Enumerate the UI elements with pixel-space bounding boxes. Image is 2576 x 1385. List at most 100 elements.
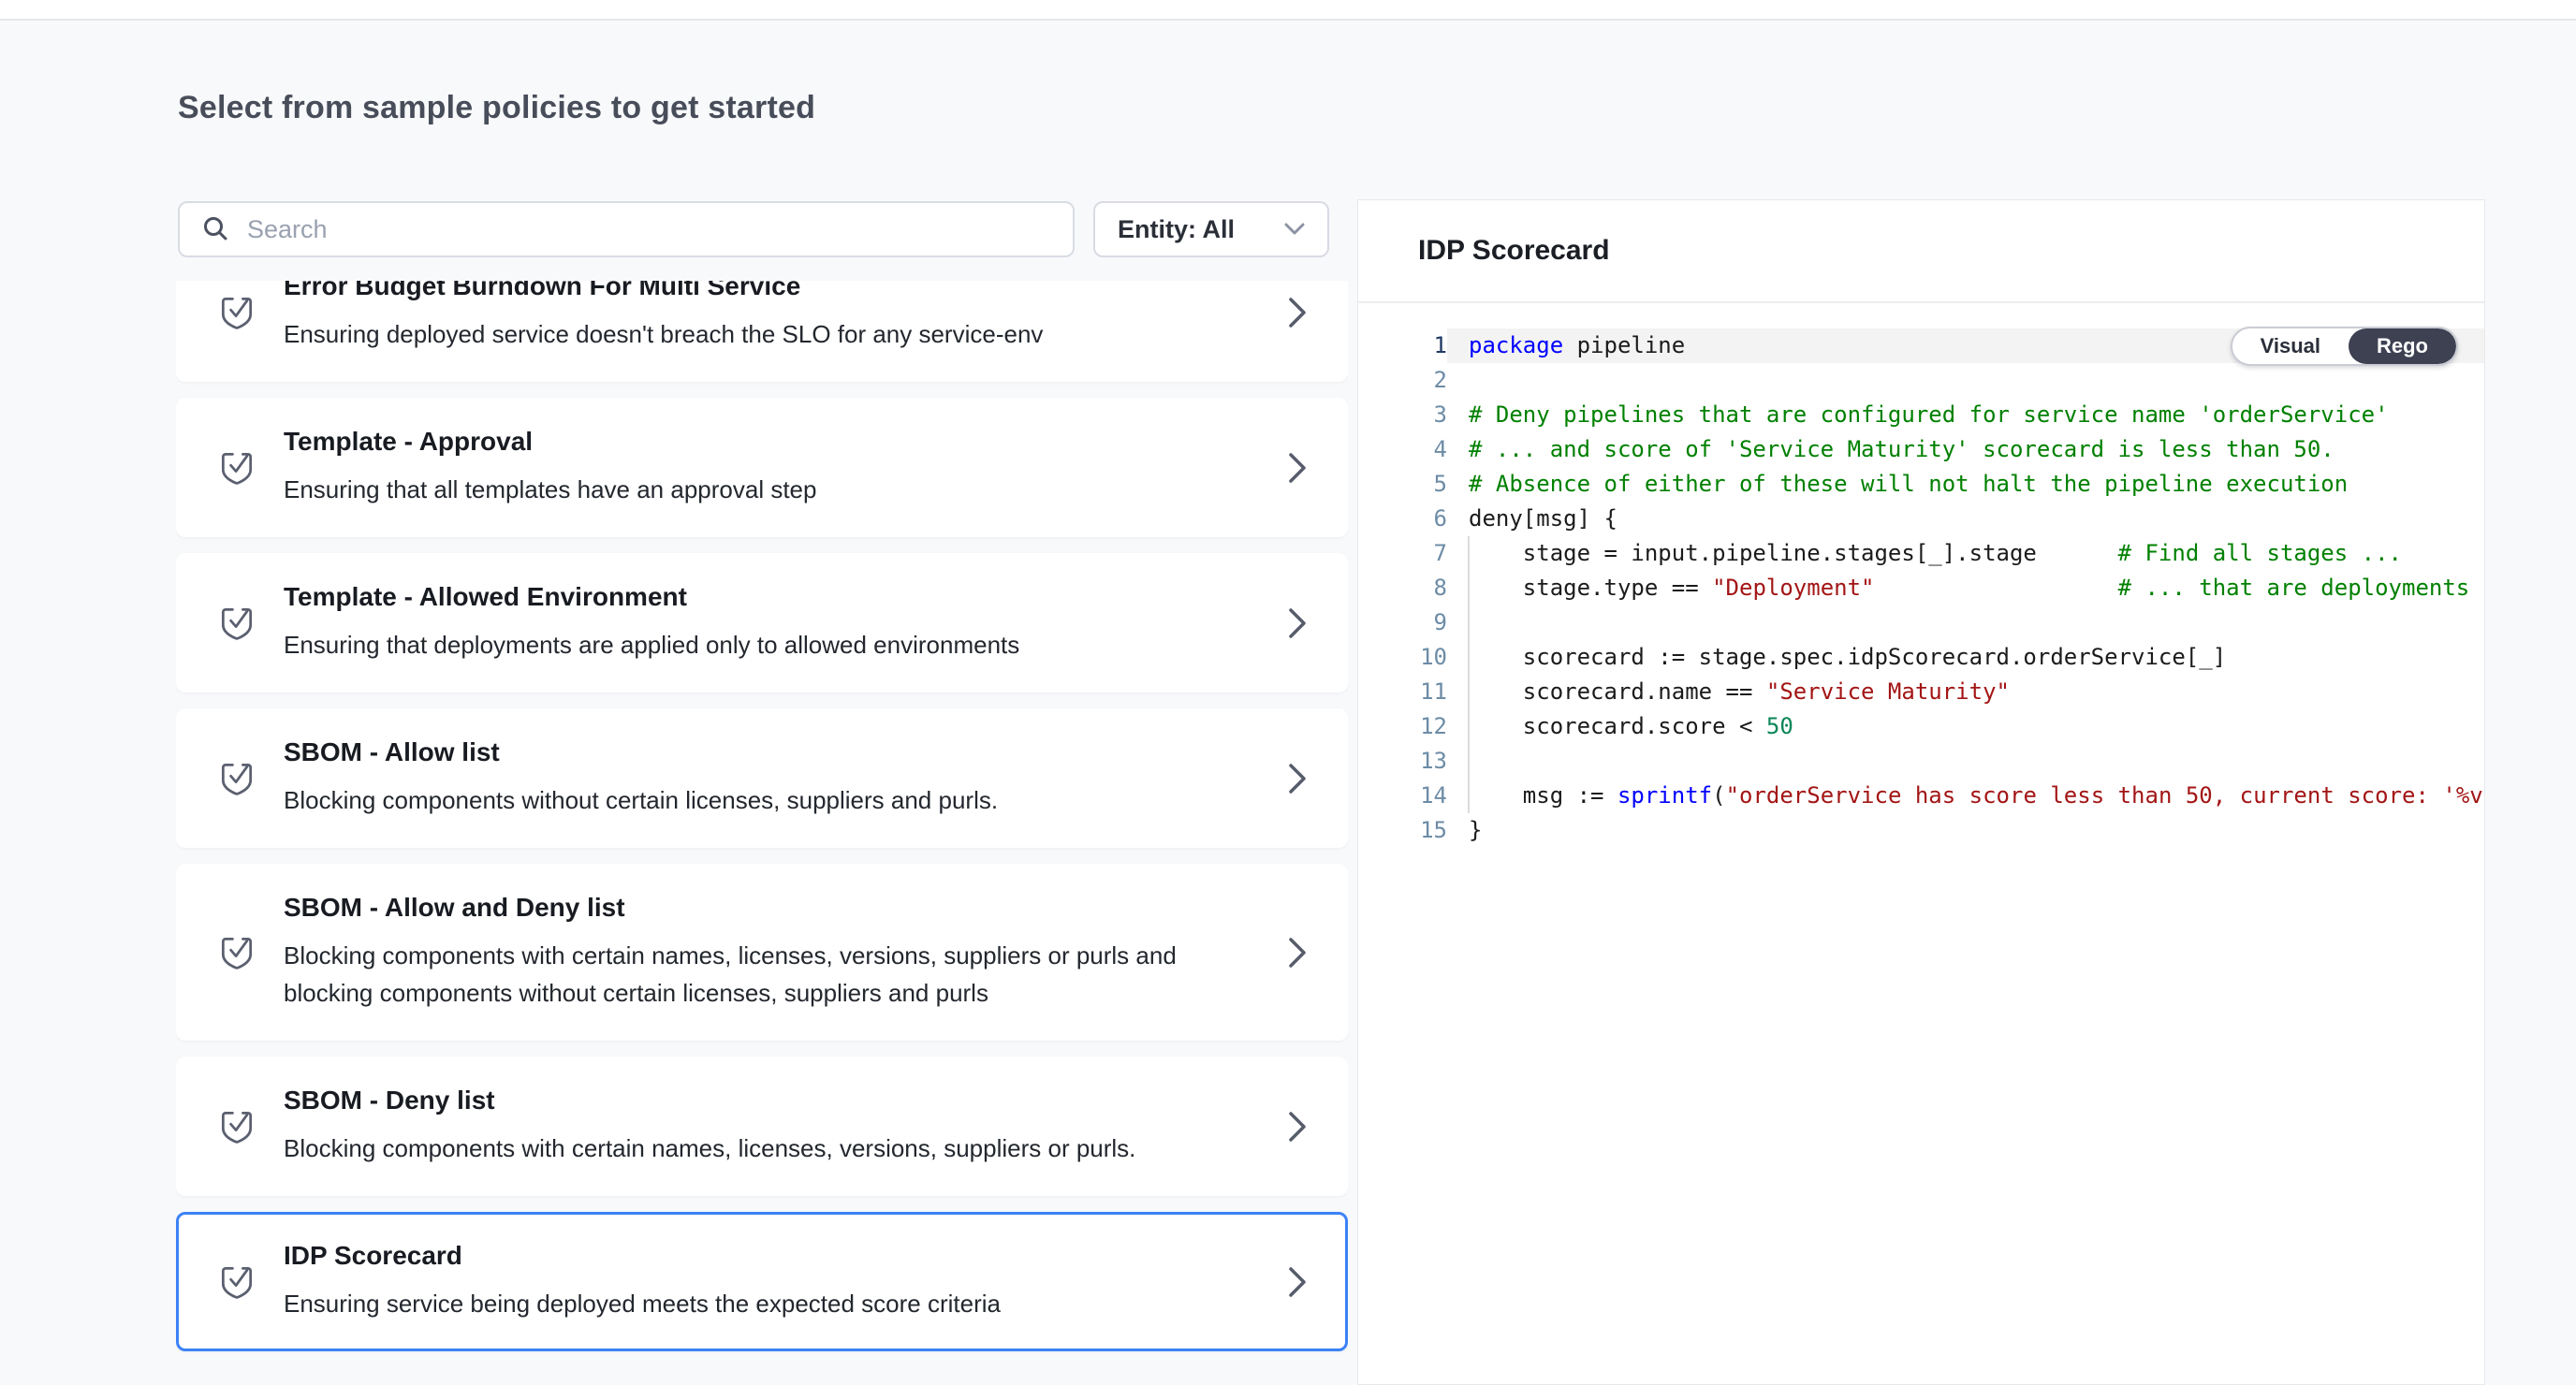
page-title: Select from sample policies to get start… — [178, 90, 815, 126]
policy-text: SBOM - Deny list Blocking components wit… — [284, 1086, 1182, 1167]
code-line: 5 # Absence of either of these will not … — [1358, 467, 2484, 502]
policy-title: SBOM - Allow list — [284, 737, 1182, 767]
code-line: 13 — [1358, 744, 2484, 779]
line-number: 4 — [1358, 432, 1447, 467]
policy-text: Template - Allowed Environment Ensuring … — [284, 582, 1182, 663]
visual-rego-toggle: VisualRego — [2231, 327, 2458, 366]
policy-card[interactable]: SBOM - Deny list Blocking components wit… — [176, 1057, 1348, 1196]
policy-text: SBOM - Allow and Deny list Blocking comp… — [284, 893, 1182, 1012]
chevron-right-icon — [1287, 1110, 1308, 1144]
code-line-text: deny[msg] { — [1447, 502, 2484, 536]
policy-title: IDP Scorecard — [284, 1241, 1182, 1271]
chevron-down-icon — [1284, 223, 1305, 236]
code-line-text: msg := sprintf("orderService has score l… — [1447, 779, 2484, 813]
preview-title: IDP Scorecard — [1418, 235, 1610, 267]
policy-text: Error Budget Burndown For Multi Service … — [284, 281, 1182, 353]
entity-filter-label: Entity: All — [1118, 215, 1235, 244]
shield-check-icon — [216, 1260, 257, 1305]
line-number: 6 — [1358, 502, 1447, 536]
line-number: 13 — [1358, 744, 1447, 779]
search-box — [178, 201, 1075, 257]
line-number: 2 — [1358, 363, 1447, 398]
line-number: 1 — [1358, 328, 1447, 363]
code-line: 9 — [1358, 605, 2484, 640]
line-number: 9 — [1358, 605, 1447, 640]
line-number: 5 — [1358, 467, 1447, 502]
code-line: 12 scorecard.score < 50 — [1358, 709, 2484, 744]
shield-check-icon — [216, 290, 257, 335]
line-number: 3 — [1358, 398, 1447, 432]
policy-card[interactable]: SBOM - Allow and Deny list Blocking comp… — [176, 864, 1348, 1041]
code-line-text: # ... and score of 'Service Maturity' sc… — [1447, 432, 2484, 467]
policy-title: SBOM - Deny list — [284, 1086, 1182, 1115]
policy-description: Blocking components without certain lice… — [284, 781, 1182, 819]
code-line-text: # Deny pipelines that are configured for… — [1447, 398, 2484, 432]
code-line-text — [1447, 363, 2484, 398]
chevron-right-icon — [1287, 762, 1308, 795]
code-line: 2 — [1358, 363, 2484, 398]
shield-check-icon — [216, 756, 257, 801]
entity-filter-dropdown[interactable]: Entity: All — [1093, 201, 1329, 257]
toggle-option-rego[interactable]: Rego — [2349, 328, 2456, 364]
code-line: 6 deny[msg] { — [1358, 502, 2484, 536]
policy-description: Blocking components with certain names, … — [284, 937, 1182, 1012]
line-number: 10 — [1358, 640, 1447, 675]
code-line-text: stage.type == "Deployment" # ... that ar… — [1447, 571, 2484, 605]
policy-list: Error Budget Burndown For Multi Service … — [176, 281, 1348, 1385]
code-line-text — [1447, 744, 2484, 779]
preview-header: IDP Scorecard — [1358, 200, 2484, 303]
policy-description: Ensuring that deployments are applied on… — [284, 626, 1182, 663]
policy-title: Error Budget Burndown For Multi Service — [284, 281, 1182, 301]
line-number: 7 — [1358, 536, 1447, 571]
policy-card[interactable]: IDP Scorecard Ensuring service being dep… — [176, 1212, 1348, 1351]
code-line-text — [1447, 605, 2484, 640]
policy-preview-panel: IDP Scorecard 1 package pipeline 2 3 # D… — [1357, 199, 2485, 1385]
policy-description: Ensuring deployed service doesn't breach… — [284, 315, 1182, 353]
code-line-text: } — [1447, 813, 2484, 848]
policy-text: IDP Scorecard Ensuring service being dep… — [284, 1241, 1182, 1322]
chevron-right-icon — [1287, 451, 1308, 485]
line-number: 12 — [1358, 709, 1447, 744]
policy-text: Template - Approval Ensuring that all te… — [284, 427, 1182, 508]
shield-check-icon — [216, 930, 257, 975]
policy-card[interactable]: Error Budget Burndown For Multi Service … — [176, 281, 1348, 382]
line-number: 15 — [1358, 813, 1447, 848]
search-icon — [200, 214, 230, 244]
shield-check-icon — [216, 445, 257, 490]
chevron-right-icon — [1287, 936, 1308, 970]
policy-title: SBOM - Allow and Deny list — [284, 893, 1182, 923]
code-line-text: scorecard.score < 50 — [1447, 709, 2484, 744]
code-line-text: stage = input.pipeline.stages[_].stage #… — [1447, 536, 2484, 571]
code-line: 11 scorecard.name == "Service Maturity" — [1358, 675, 2484, 709]
code-line-text: scorecard := stage.spec.idpScorecard.ord… — [1447, 640, 2484, 675]
policy-description: Blocking components with certain names, … — [284, 1130, 1182, 1167]
policy-card[interactable]: Template - Approval Ensuring that all te… — [176, 398, 1348, 537]
code-line: 4 # ... and score of 'Service Maturity' … — [1358, 432, 2484, 467]
line-number: 14 — [1358, 779, 1447, 813]
policy-card[interactable]: SBOM - Allow list Blocking components wi… — [176, 708, 1348, 848]
policy-text: SBOM - Allow list Blocking components wi… — [284, 737, 1182, 819]
shield-check-icon — [216, 1104, 257, 1149]
chevron-right-icon — [1287, 606, 1308, 640]
code-line-text: # Absence of either of these will not ha… — [1447, 467, 2484, 502]
policy-title: Template - Allowed Environment — [284, 582, 1182, 612]
policy-card[interactable]: Template - Allowed Environment Ensuring … — [176, 553, 1348, 692]
chevron-right-icon — [1287, 296, 1308, 329]
code-line: 15 } — [1358, 813, 2484, 848]
search-input[interactable] — [247, 215, 1052, 244]
line-number: 11 — [1358, 675, 1447, 709]
indent-guide — [1468, 536, 1470, 813]
code-line-text: scorecard.name == "Service Maturity" — [1447, 675, 2484, 709]
code-line: 14 msg := sprintf("orderService has scor… — [1358, 779, 2484, 813]
top-bar — [0, 0, 2576, 21]
code-editor[interactable]: 1 package pipeline 2 3 # Deny pipelines … — [1358, 305, 2484, 1384]
policy-description: Ensuring that all templates have an appr… — [284, 471, 1182, 508]
code-line: 3 # Deny pipelines that are configured f… — [1358, 398, 2484, 432]
code-line: 7 stage = input.pipeline.stages[_].stage… — [1358, 536, 2484, 571]
policy-title: Template - Approval — [284, 427, 1182, 457]
line-number: 8 — [1358, 571, 1447, 605]
code-line: 8 stage.type == "Deployment" # ... that … — [1358, 571, 2484, 605]
toggle-option-visual[interactable]: Visual — [2232, 328, 2349, 364]
policy-description: Ensuring service being deployed meets th… — [284, 1285, 1182, 1322]
shield-check-icon — [216, 601, 257, 646]
